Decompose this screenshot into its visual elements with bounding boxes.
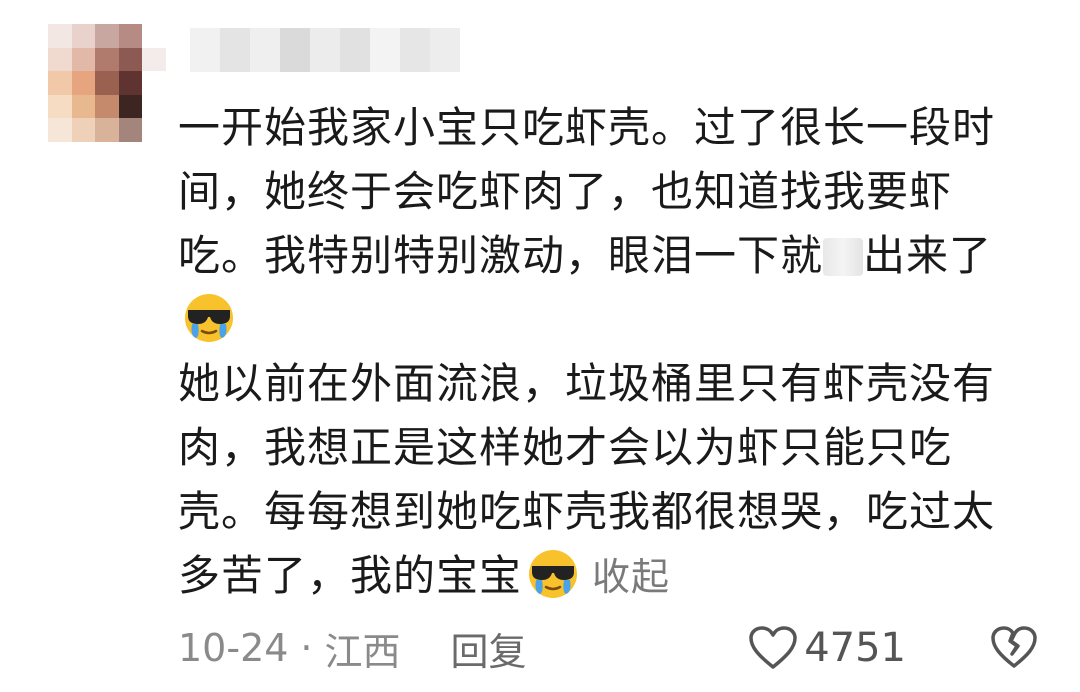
comment-text: 一开始我家小宝只吃虾壳。过了很长一段时 间，她终于会吃虾肉了，也知道找我要虾 吃… bbox=[178, 96, 1038, 609]
like-button[interactable]: 4751 bbox=[748, 620, 906, 676]
comment-date: 10-24 bbox=[178, 626, 289, 670]
reply-button[interactable]: 回复 bbox=[451, 621, 527, 676]
username-blurred[interactable] bbox=[190, 28, 460, 72]
broken-heart-icon[interactable] bbox=[990, 624, 1038, 672]
comment-line: 壳。每每想到她吃虾壳我都很想哭，吃过太 bbox=[178, 487, 996, 536]
comment-paragraph-2: 她以前在外面流浪，垃圾桶里只有虾壳没有 肉，我想正是这样她才会以为虾只能只吃 壳… bbox=[178, 352, 1038, 609]
blurred-character bbox=[823, 238, 864, 276]
heart-outline-icon bbox=[749, 626, 797, 669]
comment-location: 江西 bbox=[324, 629, 401, 674]
comment-line: 她以前在外面流浪，垃圾桶里只有虾壳没有 bbox=[178, 359, 996, 408]
like-count: 4751 bbox=[804, 625, 906, 671]
meta-separator: · bbox=[300, 626, 313, 670]
comment-meta-row: 10-24 · 江西 回复 4751 bbox=[178, 620, 1038, 676]
comment-line: 一开始我家小宝只吃虾壳。过了很长一段时 bbox=[178, 103, 996, 152]
comment-line: 肉，我想正是这样她才会以为虾只能只吃 bbox=[178, 423, 953, 472]
comment-line: 间，她终于会吃虾肉了，也知道找我要虾 bbox=[178, 167, 953, 216]
collapse-link[interactable]: 收起 bbox=[592, 555, 670, 599]
sunglasses-crying-face-icon bbox=[185, 294, 233, 342]
comment-paragraph-1: 一开始我家小宝只吃虾壳。过了很长一段时 间，她终于会吃虾肉了，也知道找我要虾 吃… bbox=[178, 96, 1038, 352]
sunglasses-crying-face-icon bbox=[529, 550, 578, 598]
comment-line: 吃。我特别特别激动，眼泪一下就 bbox=[178, 231, 824, 280]
comment-line: 出来了 bbox=[863, 231, 993, 280]
avatar[interactable] bbox=[48, 24, 166, 142]
comment-line: 多苦了，我的宝宝 bbox=[178, 551, 523, 600]
